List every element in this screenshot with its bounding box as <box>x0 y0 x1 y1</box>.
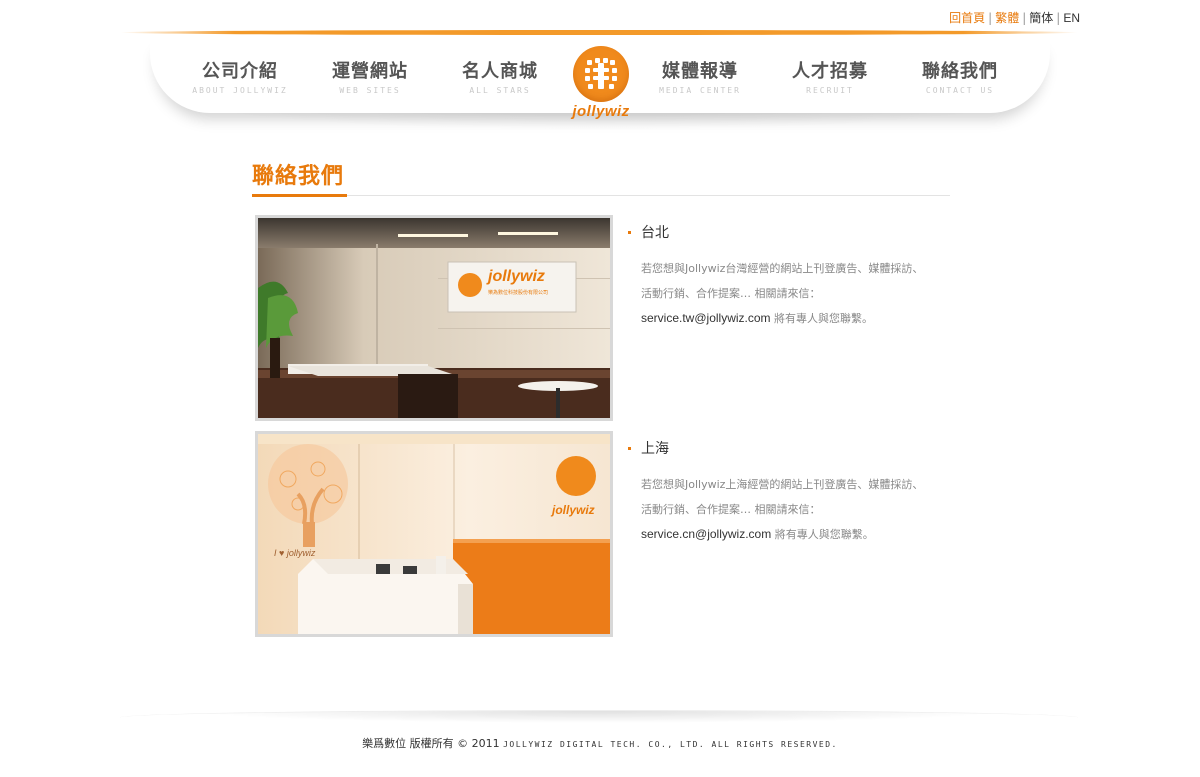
english-link[interactable]: EN <box>1063 11 1080 25</box>
office-email-suffix: 將有專人與您聯繫。 <box>770 312 874 325</box>
taipei-sign-text: jollywiz <box>486 268 545 285</box>
bullet-icon <box>628 230 631 234</box>
shanghai-office-photo: I ♥ jollywiz jollywiz <box>255 431 613 637</box>
nav-item-about[interactable]: 公司介紹 ABOUT JOLLYWIZ <box>180 57 300 95</box>
nav-item-all-stars[interactable]: 名人商城 ALL STARS <box>440 57 560 95</box>
office-email-line: service.cn@jollywiz.com 將有專人與您聯繫。 <box>641 522 928 547</box>
taipei-office-info: 台北 若您想與Jollywiz台灣經營的網站上刊登廣告、媒體採訪、活動行銷、合作… <box>628 222 928 331</box>
office-description: 若您想與Jollywiz上海經營的網站上刊登廣告、媒體採訪、活動行銷、合作提案…… <box>641 478 924 516</box>
shanghai-office-info: 上海 若您想與Jollywiz上海經營的網站上刊登廣告、媒體採訪、活動行銷、合作… <box>628 438 928 547</box>
nav-item-contact[interactable]: 聯絡我們 CONTACT US <box>900 57 1020 95</box>
office-email-line: service.tw@jollywiz.com 將有專人與您聯繫。 <box>641 306 928 331</box>
nav-sublabel: RECRUIT <box>806 86 854 95</box>
nav-label: 名人商城 <box>462 61 538 82</box>
footer-divider <box>120 710 1078 725</box>
nav-sublabel: MEDIA CENTER <box>659 86 741 95</box>
title-divider <box>252 195 950 196</box>
page-title: 聯絡我們 <box>252 164 345 189</box>
nav-sublabel: ABOUT JOLLYWIZ <box>192 86 288 95</box>
taipei-office-photo: jollywiz 樂為數位科技股份有限公司 <box>255 215 613 421</box>
nav-sublabel: CONTACT US <box>925 86 995 95</box>
simplified-chinese-link[interactable]: 簡体 <box>1029 9 1053 26</box>
traditional-chinese-link[interactable]: 繁體 <box>995 9 1019 26</box>
nav-label: 運營網站 <box>332 61 408 82</box>
nav-label: 人才招募 <box>792 61 868 82</box>
footer-copyright-en: JOLLYWIZ DIGITAL TECH. CO., LTD. ALL RIG… <box>503 740 838 749</box>
shanghai-wall-text: I ♥ jollywiz <box>274 548 316 558</box>
title-underline-accent <box>252 194 347 197</box>
nav-label: 公司介紹 <box>202 61 278 82</box>
logo-wordmark: jollywiz <box>572 103 630 120</box>
footer-copyright-zh: 樂爲數位 版權所有 © 2011 <box>362 737 500 750</box>
footer: 樂爲數位 版權所有 © 2011 JOLLYWIZ DIGITAL TECH. … <box>0 735 1200 751</box>
nav-item-media[interactable]: 媒體報導 MEDIA CENTER <box>640 57 760 95</box>
taipei-sign-subtext: 樂為數位科技股份有限公司 <box>488 289 548 296</box>
office-email-suffix: 將有專人與您聯繫。 <box>771 528 874 541</box>
separator: | <box>1022 10 1027 25</box>
nav-item-websites[interactable]: 運營網站 WEB SITES <box>310 57 430 95</box>
nav-sublabel: ALL STARS <box>469 86 531 95</box>
separator: | <box>988 10 993 25</box>
nav-label: 媒體報導 <box>662 61 738 82</box>
nav-item-recruit[interactable]: 人才招募 RECRUIT <box>770 57 890 95</box>
language-bar: 回首頁 | 繁體 | 簡体 | EN <box>949 9 1080 26</box>
separator: | <box>1056 10 1061 25</box>
bullet-icon <box>628 446 631 450</box>
office-city: 台北 <box>641 225 669 241</box>
nav-label: 聯絡我們 <box>922 61 998 82</box>
nav-sublabel: WEB SITES <box>339 86 401 95</box>
office-city: 上海 <box>641 441 669 457</box>
office-email-link[interactable]: service.tw@jollywiz.com <box>641 311 771 325</box>
logo-mark-icon <box>573 46 629 102</box>
home-link[interactable]: 回首頁 <box>949 9 985 26</box>
shanghai-sign-text: jollywiz <box>550 503 595 517</box>
office-description: 若您想與Jollywiz台灣經營的網站上刊登廣告、媒體採訪、活動行銷、合作提案…… <box>641 262 924 300</box>
jollywiz-logo[interactable]: jollywiz <box>572 46 630 126</box>
office-email-link[interactable]: service.cn@jollywiz.com <box>641 527 771 541</box>
